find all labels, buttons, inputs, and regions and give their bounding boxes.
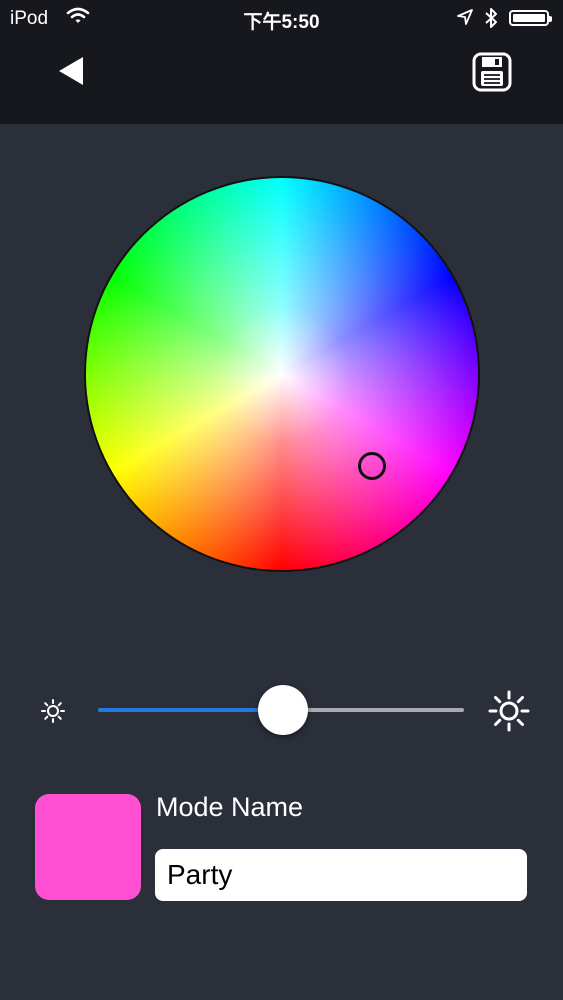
bluetooth-icon <box>484 6 498 35</box>
save-button[interactable] <box>470 50 514 94</box>
brightness-slider-thumb[interactable] <box>258 685 308 735</box>
back-button[interactable] <box>52 50 92 92</box>
location-arrow-icon <box>456 8 474 31</box>
navigation-bar: iPod 下午5:50 <box>0 0 563 124</box>
color-picker-handle[interactable] <box>358 452 386 480</box>
floppy-disk-icon <box>472 52 512 92</box>
color-wheel[interactable] <box>86 178 478 570</box>
back-triangle-icon <box>59 57 83 85</box>
brightness-slider-fill <box>98 708 279 712</box>
mode-name-input[interactable] <box>155 849 527 901</box>
sun-small-icon <box>40 698 66 729</box>
sun-large-icon <box>488 690 530 737</box>
color-swatch <box>35 794 141 900</box>
battery-icon <box>509 10 552 26</box>
mode-name-label: Mode Name <box>156 792 304 822</box>
clock: 下午5:50 <box>243 12 320 33</box>
saturation-overlay <box>86 178 478 570</box>
status-bar: iPod 下午5:50 <box>0 0 563 38</box>
